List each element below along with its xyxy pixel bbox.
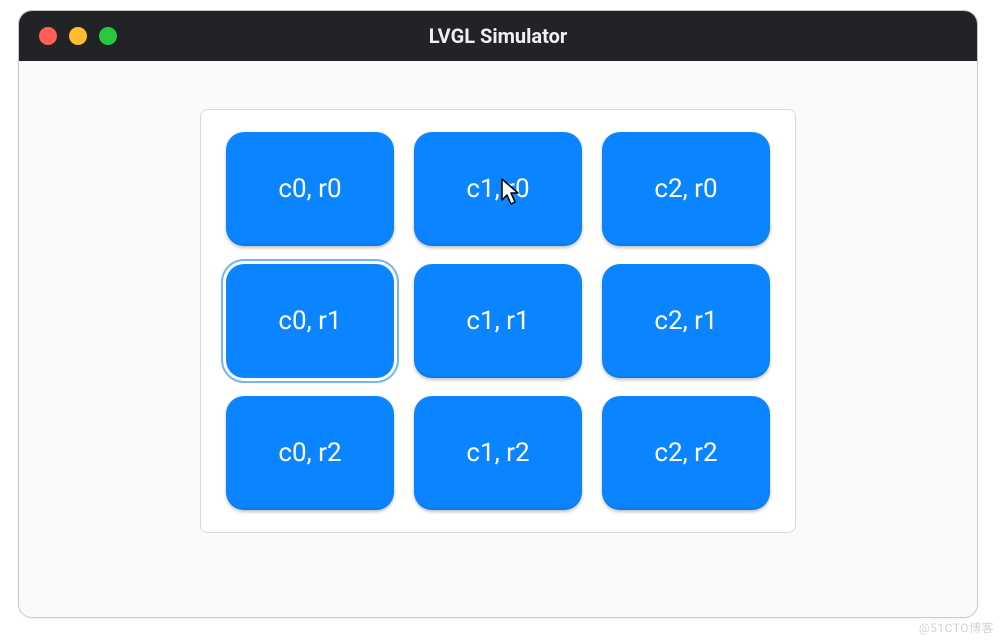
window-title: LVGL Simulator [19,24,977,48]
window-controls [39,27,117,45]
grid-button-label: c2, r2 [654,438,717,468]
grid-button-label: c2, r1 [654,306,717,336]
watermark: @51CTO博客 [919,619,994,636]
grid-button-label: c2, r0 [654,174,717,204]
button-grid-panel: c0, r0 c1, r0 c2, r0 c0, r1 c1, r1 c2, r… [200,109,796,533]
grid-button-label: c0, r0 [278,174,341,204]
titlebar: LVGL Simulator [19,11,977,61]
grid-button-label: c0, r2 [278,438,341,468]
maximize-icon[interactable] [99,27,117,45]
content-area: c0, r0 c1, r0 c2, r0 c0, r1 c1, r1 c2, r… [19,61,977,617]
app-window: LVGL Simulator c0, r0 c1, r0 c2, r0 c0, … [18,10,978,618]
grid-button-c2-r2[interactable]: c2, r2 [602,396,770,510]
grid-button-label: c1, r2 [466,438,529,468]
grid-button-label: c0, r1 [278,306,341,336]
grid-button-c0-r2[interactable]: c0, r2 [226,396,394,510]
grid-button-c1-r0[interactable]: c1, r0 [414,132,582,246]
grid-button-label: c1, r0 [466,174,529,204]
grid-button-c2-r0[interactable]: c2, r0 [602,132,770,246]
grid-button-c0-r1[interactable]: c0, r1 [226,264,394,378]
close-icon[interactable] [39,27,57,45]
minimize-icon[interactable] [69,27,87,45]
grid-button-c0-r0[interactable]: c0, r0 [226,132,394,246]
grid-button-c1-r2[interactable]: c1, r2 [414,396,582,510]
grid-button-label: c1, r1 [466,306,529,336]
grid-button-c2-r1[interactable]: c2, r1 [602,264,770,378]
grid-button-c1-r1[interactable]: c1, r1 [414,264,582,378]
